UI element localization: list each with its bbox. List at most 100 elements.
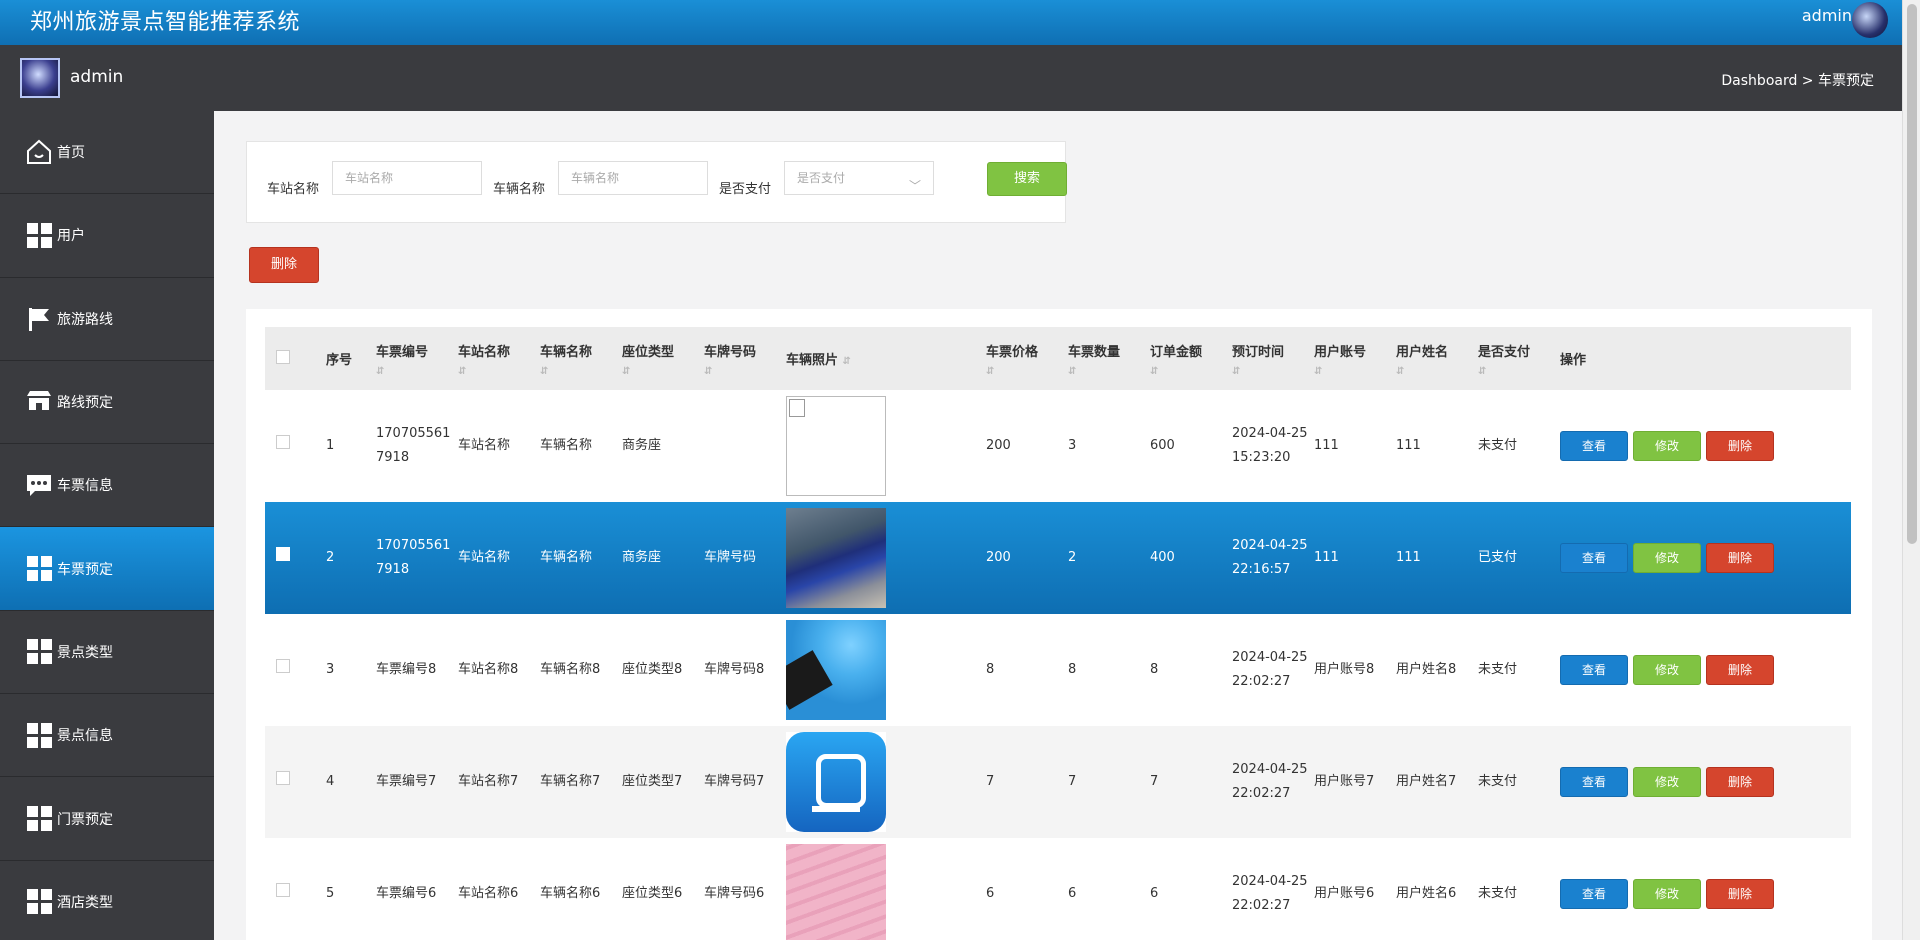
- view-button[interactable]: 查看: [1560, 543, 1628, 573]
- col-header-label: 车票价格: [986, 344, 1039, 360]
- table-row[interactable]: 3 车票编号8 车站名称8 车辆名称8 座位类型8 车牌号码8 8 8 8 20…: [265, 614, 1851, 726]
- page-scrollbar[interactable]: [1902, 0, 1920, 940]
- sidebar-item-spot-types[interactable]: 景点类型: [0, 611, 214, 695]
- sidebar-item-ticket-booking[interactable]: 车票预定: [0, 527, 214, 611]
- sort-icon[interactable]: ⇵: [1478, 366, 1554, 377]
- col-header-photo[interactable]: 车辆照片 ⇵: [780, 327, 980, 390]
- sidebar-item-users[interactable]: 用户: [0, 194, 214, 278]
- edit-button[interactable]: 修改: [1633, 543, 1701, 573]
- sidebar-item-routes[interactable]: 旅游路线: [0, 278, 214, 361]
- col-header-ticket-no[interactable]: 车票编号 ⇵: [370, 327, 452, 390]
- grid-icon: [25, 221, 53, 249]
- edit-button[interactable]: 修改: [1633, 655, 1701, 685]
- delete-button[interactable]: 删除: [1706, 431, 1774, 461]
- cell-username: 用户姓名6: [1396, 886, 1457, 901]
- col-header-station[interactable]: 车站名称 ⇵: [452, 327, 534, 390]
- scrollbar-thumb[interactable]: [1907, 4, 1917, 544]
- row-checkbox[interactable]: [276, 547, 290, 561]
- sort-icon[interactable]: ⇵: [540, 366, 616, 377]
- cell-account: 111: [1314, 438, 1339, 453]
- sort-icon[interactable]: ⇵: [1068, 366, 1144, 377]
- view-button[interactable]: 查看: [1560, 879, 1628, 909]
- col-header-seat[interactable]: 座位类型 ⇵: [616, 327, 698, 390]
- search-button[interactable]: 搜索: [987, 162, 1067, 196]
- cell-index: 1: [326, 438, 335, 453]
- sidebar-item-label: 车票信息: [57, 478, 113, 495]
- view-button[interactable]: 查看: [1560, 767, 1628, 797]
- cell-ticket-no: 车票编号6: [376, 886, 437, 901]
- row-checkbox[interactable]: [276, 883, 290, 897]
- delete-button[interactable]: 删除: [1706, 767, 1774, 797]
- sidebar-item-route-booking[interactable]: 路线预定: [0, 361, 214, 445]
- cell-index: 2: [326, 550, 335, 565]
- delete-button[interactable]: 删除: [1706, 655, 1774, 685]
- sidebar-item-label: 景点类型: [57, 644, 113, 661]
- grid-icon: [25, 888, 53, 916]
- sidebar-item-hotel-types[interactable]: 酒店类型: [0, 861, 214, 940]
- col-header-index: 序号: [326, 353, 353, 368]
- col-header-amount[interactable]: 订单金额 ⇵: [1144, 327, 1226, 390]
- header-avatar[interactable]: [1852, 2, 1888, 38]
- sort-icon[interactable]: ⇵: [1314, 366, 1390, 377]
- profile-name: admin: [70, 67, 124, 87]
- cell-plate: [698, 390, 780, 502]
- flag-icon: [25, 305, 53, 333]
- sort-icon[interactable]: ⇵: [458, 366, 534, 377]
- col-header-account[interactable]: 用户账号 ⇵: [1308, 327, 1390, 390]
- paid-select[interactable]: 是否支付 ﹀: [784, 161, 934, 195]
- cell-price: 7: [986, 774, 995, 789]
- col-header-price[interactable]: 车票价格 ⇵: [980, 327, 1062, 390]
- cell-station: 车站名称7: [458, 774, 519, 789]
- sort-icon[interactable]: ⇵: [843, 356, 851, 367]
- cell-amount: 8: [1150, 662, 1159, 677]
- view-button[interactable]: 查看: [1560, 655, 1628, 685]
- col-header-actions: 操作: [1560, 353, 1587, 368]
- station-search-input[interactable]: 车站名称: [332, 161, 482, 195]
- edit-button[interactable]: 修改: [1633, 879, 1701, 909]
- row-checkbox[interactable]: [276, 659, 290, 673]
- sort-icon[interactable]: ⇵: [376, 366, 452, 377]
- bulk-delete-button[interactable]: 删除: [249, 247, 319, 283]
- cell-plate: 车牌号码6: [704, 886, 765, 901]
- col-header-label: 订单金额: [1150, 344, 1203, 360]
- sidebar-item-label: 酒店类型: [57, 894, 113, 911]
- sidebar-item-label: 景点信息: [57, 728, 113, 745]
- col-header-time[interactable]: 预订时间 ⇵: [1226, 327, 1308, 390]
- row-checkbox[interactable]: [276, 771, 290, 785]
- delete-button[interactable]: 删除: [1706, 879, 1774, 909]
- edit-button[interactable]: 修改: [1633, 431, 1701, 461]
- sort-icon[interactable]: ⇵: [622, 366, 698, 377]
- table-row[interactable]: 1 1707055617918 车站名称 车辆名称 商务座 200 3 600 …: [265, 390, 1851, 502]
- avatar: [20, 58, 60, 98]
- sidebar-item-home[interactable]: 首页: [0, 111, 214, 195]
- delete-button[interactable]: 删除: [1706, 543, 1774, 573]
- sort-icon[interactable]: ⇵: [1396, 366, 1472, 377]
- sidebar-item-label: 首页: [57, 145, 85, 162]
- row-checkbox[interactable]: [276, 435, 290, 449]
- cell-amount: 7: [1150, 774, 1159, 789]
- cell-username: 111: [1396, 550, 1421, 565]
- sidebar-item-ticket-reserve[interactable]: 门票预定: [0, 777, 214, 861]
- table-row[interactable]: 2 1707055617918 车站名称 车辆名称 商务座 车牌号码 200 2…: [265, 502, 1851, 614]
- col-header-vehicle[interactable]: 车辆名称 ⇵: [534, 327, 616, 390]
- sort-icon[interactable]: ⇵: [1150, 366, 1226, 377]
- cell-station: 车站名称: [458, 550, 511, 565]
- select-all-checkbox[interactable]: [276, 349, 290, 364]
- cell-time: 2024-04-25 22:16:57: [1232, 538, 1308, 577]
- col-header-paid[interactable]: 是否支付 ⇵: [1472, 327, 1554, 390]
- col-header-qty[interactable]: 车票数量 ⇵: [1062, 327, 1144, 390]
- table-row[interactable]: 4 车票编号7 车站名称7 车辆名称7 座位类型7 车牌号码7 7 7 7 20…: [265, 726, 1851, 838]
- edit-button[interactable]: 修改: [1633, 767, 1701, 797]
- col-header-plate[interactable]: 车牌号码 ⇵: [698, 327, 780, 390]
- header-username[interactable]: admin: [1802, 6, 1852, 25]
- table-row[interactable]: 5 车票编号6 车站名称6 车辆名称6 座位类型6 车牌号码6 6 6 6 20…: [265, 838, 1851, 940]
- sort-icon[interactable]: ⇵: [986, 366, 1062, 377]
- col-header-username[interactable]: 用户姓名 ⇵: [1390, 327, 1472, 390]
- sidebar-item-spot-info[interactable]: 景点信息: [0, 694, 214, 778]
- view-button[interactable]: 查看: [1560, 431, 1628, 461]
- sort-icon[interactable]: ⇵: [704, 366, 780, 377]
- sidebar-item-ticket-info[interactable]: 车票信息: [0, 444, 214, 528]
- cell-username: 111: [1396, 438, 1421, 453]
- sort-icon[interactable]: ⇵: [1232, 366, 1308, 377]
- vehicle-search-input[interactable]: 车辆名称: [558, 161, 708, 195]
